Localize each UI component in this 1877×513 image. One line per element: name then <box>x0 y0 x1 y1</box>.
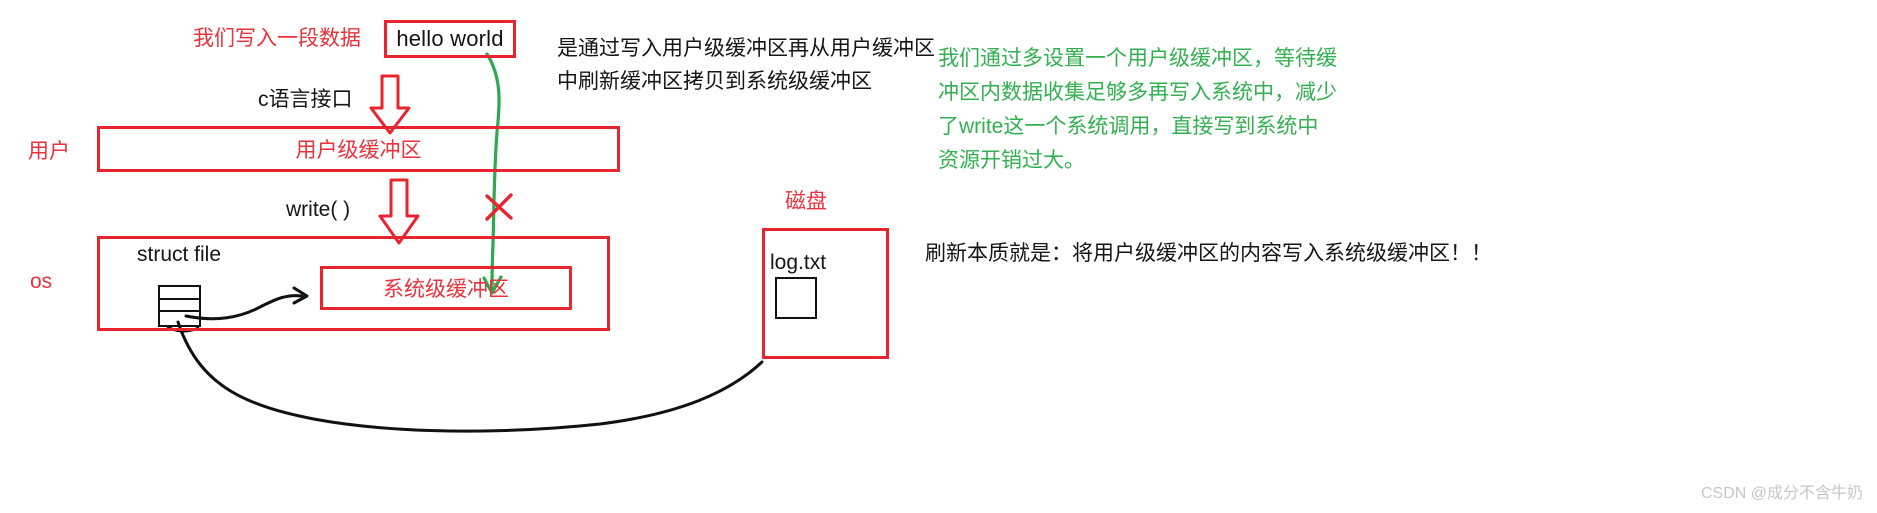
disk-label: 磁盘 <box>785 190 827 213</box>
user-buffer-box: 用户级缓冲区 <box>97 126 620 172</box>
user-buffer-label: 用户级缓冲区 <box>295 139 422 162</box>
struct-file-table <box>158 285 201 327</box>
system-buffer-box: 系统级缓冲区 <box>320 266 572 310</box>
c-interface-label: c语言接口 <box>258 88 353 111</box>
write-data-note: 我们写入一段数据 <box>193 27 361 50</box>
struct-file-row <box>160 300 199 313</box>
black-long-curve-icon <box>176 320 764 433</box>
os-layer-label: os <box>30 270 53 293</box>
watermark: CSDN @成分不含牛奶 <box>1700 485 1863 502</box>
log-file-label: log.txt <box>770 251 827 274</box>
struct-file-row <box>160 287 199 300</box>
green-note-line-4: 资源开销过大。 <box>938 149 1085 173</box>
user-layer-label: 用户 <box>28 140 70 163</box>
black-note: 是通过写入用户级缓冲区再从用户缓冲区 中刷新缓冲区拷贝到系统级缓冲区 <box>557 33 935 98</box>
system-buffer-label: 系统级缓冲区 <box>383 278 509 301</box>
hello-world-box: hello world <box>384 20 516 58</box>
diagram-canvas: 我们写入一段数据 hello world 是通过写入用户级缓冲区再从用户缓冲区 … <box>0 0 1877 513</box>
green-note-line-2: 冲区内数据收集足够多再写入系统中，减少 <box>938 81 1337 105</box>
hello-world-label: hello world <box>396 26 504 51</box>
struct-file-label: struct file <box>137 243 222 266</box>
black-note-line-1: 是通过写入用户级缓冲区再从用户缓冲区 <box>557 37 935 60</box>
green-note-line-3: 了write这一个系统调用，直接写到系统中 <box>938 115 1319 139</box>
log-file-block <box>775 277 817 319</box>
red-x-icon <box>485 193 513 221</box>
struct-file-row <box>160 312 199 325</box>
green-note: 我们通过多设置一个用户级缓冲区，等待缓 冲区内数据收集足够多再写入系统中，减少 … <box>938 42 1337 178</box>
black-note-line-2: 中刷新缓冲区拷贝到系统级缓冲区 <box>557 69 872 93</box>
flush-note: 刷新本质就是：将用户级缓冲区的内容写入系统级缓冲区！！ <box>925 242 1492 265</box>
write-call-label: write( ) <box>286 198 351 221</box>
green-note-line-1: 我们通过多设置一个用户级缓冲区，等待缓 <box>938 47 1337 70</box>
hollow-down-arrow-icon-write <box>378 178 420 245</box>
